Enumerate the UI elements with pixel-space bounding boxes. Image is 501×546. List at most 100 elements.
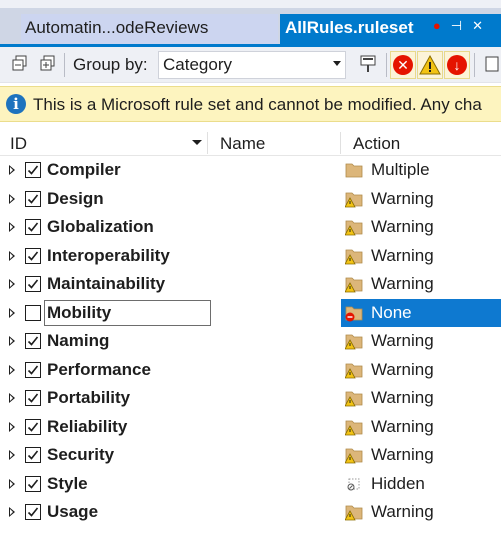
document-icon [485,56,499,72]
expand-arrow-icon[interactable] [9,279,15,289]
column-divider[interactable] [207,132,208,154]
rule-row[interactable]: Globalization Warning [0,213,501,242]
column-header-action[interactable]: Action [353,134,400,154]
collapse-all-button[interactable] [36,52,60,76]
expand-arrow-icon[interactable] [9,421,15,432]
rule-category-label: Mobility [47,302,112,322]
error-icon: ✕ [393,55,413,75]
none-folder-icon [345,304,363,322]
tab-automating-code-reviews[interactable]: Automatin...odeReviews [21,14,278,44]
filter-button[interactable] [356,52,380,76]
expand-arrow-icon[interactable] [9,364,15,375]
warning-folder-icon [344,247,363,265]
rule-action-cell[interactable]: Warning [341,384,501,413]
rule-action-cell[interactable]: Warning [341,327,501,356]
expand-arrow-icon[interactable] [9,250,15,261]
rule-row[interactable]: Security Warning [0,441,501,470]
rule-row[interactable]: Usage Warning [0,498,501,527]
filter-icon [360,55,376,72]
collapse-all-icon [40,55,55,71]
expand-arrow-icon[interactable] [9,336,15,346]
rule-action-cell[interactable]: None [341,298,501,327]
rule-row[interactable]: Compiler Multiple [0,156,501,185]
rule-enabled-checkbox[interactable] [25,162,41,178]
warning-folder-icon [344,446,363,464]
folder-icon [345,161,363,179]
pin-icon[interactable]: ⊣ [451,18,472,33]
rule-enabled-checkbox[interactable] [25,418,41,435]
rule-action-cell[interactable]: Warning [341,498,501,527]
rule-action-label: Warning [371,388,434,407]
expand-arrow-icon[interactable] [9,165,15,175]
tab-label: Automatin...odeReviews [25,18,209,37]
rule-category-label: Security [47,445,115,464]
show-warnings-button[interactable] [417,51,443,79]
rule-row[interactable]: Performance Warning [0,356,501,385]
rule-enabled-checkbox[interactable] [25,504,41,520]
rule-enabled-checkbox[interactable] [25,247,41,264]
expand-arrow-icon[interactable] [9,193,15,204]
rule-action-label: Warning [371,502,434,521]
toolbar-separator [386,53,387,77]
warning-folder-icon [344,332,363,350]
expand-all-button[interactable] [8,52,32,76]
expand-arrow-icon[interactable] [9,478,15,489]
rule-enabled-checkbox[interactable] [25,304,41,321]
column-divider[interactable] [340,132,341,154]
rule-action-cell[interactable]: Multiple [341,156,501,185]
group-by-dropdown[interactable]: Category [158,51,346,79]
expand-arrow-icon[interactable] [9,222,15,232]
rule-action-label: Warning [371,217,434,236]
warning-folder-icon [344,190,363,208]
rule-enabled-checkbox[interactable] [25,447,41,463]
toolbar-separator [64,53,65,77]
rule-action-label: Warning [371,416,434,436]
rule-row[interactable]: Design Warning [0,185,501,214]
rule-category-label: Compiler [47,160,121,179]
rule-action-cell[interactable]: Warning [341,185,501,214]
tab-label: AllRules.ruleset [285,18,414,37]
expand-arrow-icon[interactable] [9,450,15,460]
rule-action-cell[interactable]: Warning [341,413,501,442]
tab-strip-top-edge [0,0,501,8]
warning-folder-icon [344,361,363,379]
rule-category-label: Naming [47,331,110,350]
sort-descending-icon [192,140,202,145]
rule-action-cell[interactable]: Warning [341,242,501,271]
expand-arrow-icon[interactable] [9,507,15,517]
close-icon[interactable]: ✕ [472,18,493,33]
column-header-name[interactable]: Name [220,134,265,154]
rule-enabled-checkbox[interactable] [25,333,41,349]
column-header-id[interactable]: ID [10,134,27,154]
rule-enabled-checkbox[interactable] [25,390,41,406]
rule-row[interactable]: Reliability Warning [0,413,501,442]
rule-action-cell[interactable]: Hidden [341,470,501,499]
show-errors-button[interactable]: ✕ [390,51,416,79]
rule-category-label: Maintainability [47,274,166,293]
rule-enabled-checkbox[interactable] [25,219,41,235]
rule-enabled-checkbox[interactable] [25,475,41,492]
rule-row[interactable]: Interoperability Warning [0,242,501,271]
expand-arrow-icon[interactable] [9,307,15,318]
rule-category-label: Globalization [47,217,154,236]
tab-allrules-ruleset[interactable]: AllRules.ruleset ●⊣✕ [280,14,501,44]
rule-enabled-checkbox[interactable] [25,361,41,378]
expand-arrow-icon[interactable] [9,393,15,403]
rule-category-label: Style [47,473,88,493]
rule-action-cell[interactable]: Warning [341,270,501,299]
rule-row[interactable]: Style Hidden [0,470,501,499]
rule-enabled-checkbox[interactable] [25,276,41,292]
rule-action-label: Warning [371,359,434,379]
rule-action-cell[interactable]: Warning [341,441,501,470]
rule-row[interactable]: Maintainability Warning [0,270,501,299]
show-disabled-button[interactable]: ↓ [444,51,470,79]
rule-category-label: Interoperability [47,245,170,265]
open-button[interactable] [480,52,501,76]
rule-row[interactable]: Portability Warning [0,384,501,413]
rule-enabled-checkbox[interactable] [25,190,41,207]
rule-row[interactable]: Mobility None [0,298,501,327]
rule-row[interactable]: Naming Warning [0,327,501,356]
rule-action-cell[interactable]: Warning [341,213,501,242]
rule-action-cell[interactable]: Warning [341,356,501,385]
warning-icon [419,55,441,75]
